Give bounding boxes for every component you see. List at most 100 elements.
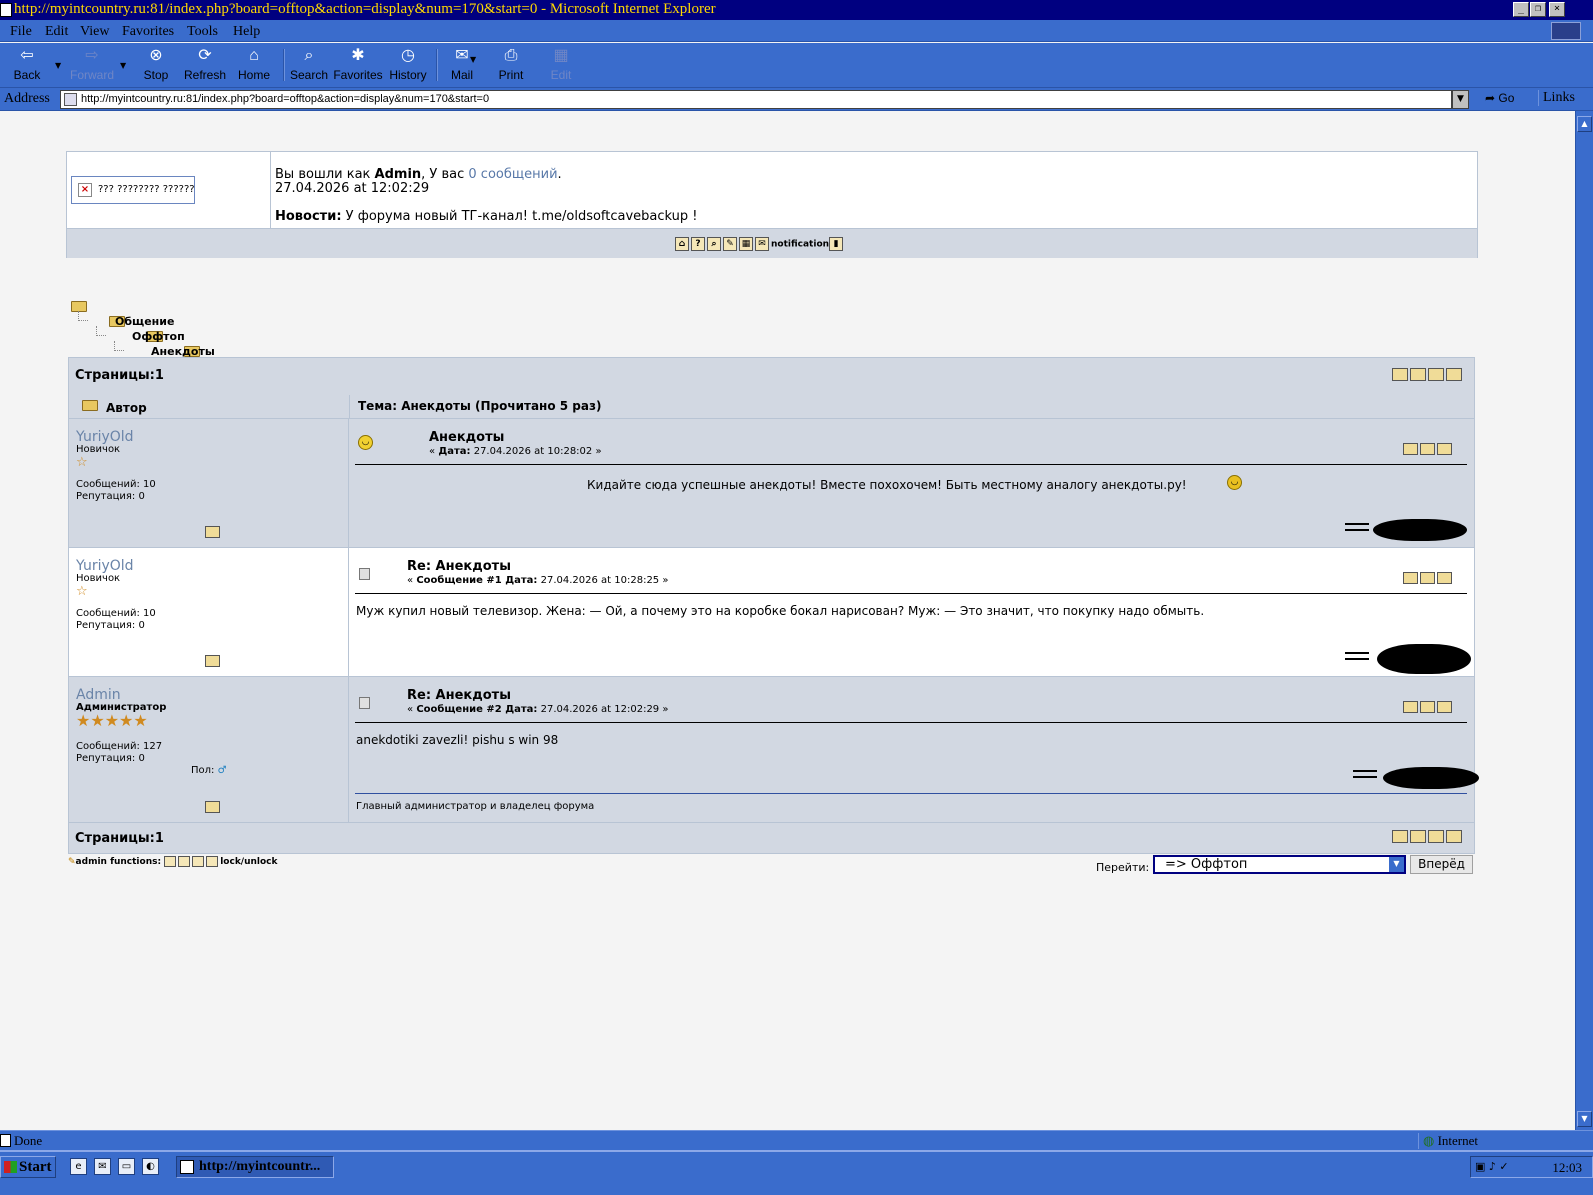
forward-button[interactable]: ⇨ Forward	[67, 45, 117, 85]
menu-tools[interactable]: Tools	[187, 24, 218, 40]
history-button[interactable]: ◷ History	[383, 45, 433, 85]
page-status-icon	[0, 1134, 11, 1147]
go-button[interactable]: ➦ Go	[1485, 91, 1514, 105]
goto-button[interactable]: Вперёд	[1410, 855, 1473, 874]
menu-help[interactable]: Help	[233, 24, 260, 40]
start-button[interactable]: Start	[0, 1156, 56, 1178]
modify-icon[interactable]	[1420, 701, 1435, 713]
lock-unlock-link[interactable]: lock/unlock	[220, 857, 277, 867]
print-icon[interactable]	[1446, 830, 1462, 843]
search-icon[interactable]: ⌕	[707, 237, 721, 251]
remove-topic-icon[interactable]	[178, 856, 191, 867]
help-icon[interactable]: ?	[691, 237, 705, 251]
tray-icons[interactable]: ▣ ♪ ✓	[1475, 1160, 1509, 1173]
outlook-quicklaunch-icon[interactable]: ✉	[94, 1158, 111, 1175]
send-topic-icon[interactable]	[1428, 830, 1444, 843]
chevron-down-icon[interactable]: ▼	[1389, 857, 1404, 872]
clock[interactable]: 12:03	[1552, 1160, 1582, 1176]
calendar-icon[interactable]: ▦	[739, 237, 753, 251]
breadcrumb-offtop[interactable]: Оффтоп	[132, 330, 185, 343]
reply-icon[interactable]	[1392, 830, 1408, 843]
goto-label: Перейти:	[1096, 861, 1150, 874]
goto-select[interactable]: => Оффтоп ▼	[1153, 855, 1406, 874]
menu-edit[interactable]: Edit	[45, 24, 68, 40]
delete-icon[interactable]	[1437, 443, 1452, 455]
send-pm-icon[interactable]	[205, 526, 220, 538]
refresh-button[interactable]: ⟳ Refresh	[180, 45, 230, 85]
page-link[interactable]: 1	[155, 368, 164, 383]
quote-icon[interactable]	[1403, 443, 1418, 455]
lock-icon[interactable]	[206, 856, 219, 867]
delete-icon[interactable]	[1437, 572, 1452, 584]
refresh-icon: ⟳	[198, 47, 212, 64]
taskbar-item-ie[interactable]: http://myintcountr...	[176, 1156, 334, 1178]
author-name[interactable]: YuriyOld	[76, 429, 134, 445]
back-dropdown-icon[interactable]: ▼	[55, 61, 61, 70]
desktop-quicklaunch-icon[interactable]: ▭	[118, 1158, 135, 1175]
system-tray: ▣ ♪ ✓ 12:03	[1470, 1156, 1593, 1178]
author-name[interactable]: YuriyOld	[76, 558, 134, 574]
menu-favorites[interactable]: Favorites	[122, 24, 174, 40]
globe-icon: ◍	[1423, 1133, 1435, 1148]
ie-quicklaunch-icon[interactable]: e	[70, 1158, 87, 1175]
messages-link[interactable]: 0 сообщений	[468, 167, 557, 182]
vertical-scrollbar[interactable]: ▲ ▼	[1575, 111, 1593, 1140]
breadcrumb-obshchenie[interactable]: Общение	[115, 315, 174, 328]
topic-actions	[1390, 368, 1462, 384]
favorites-button[interactable]: ✱ Favorites	[333, 45, 383, 85]
print-icon[interactable]	[1446, 368, 1462, 381]
home-icon[interactable]: ⌂	[675, 237, 689, 251]
modify-icon[interactable]	[1420, 572, 1435, 584]
address-dropdown-icon[interactable]: ▼	[1452, 90, 1469, 109]
search-icon: ⌕	[304, 47, 314, 64]
notification-link[interactable]: notification	[771, 240, 829, 250]
links-button[interactable]: Links	[1538, 90, 1575, 106]
reply-icon[interactable]	[1392, 368, 1408, 381]
mail-button[interactable]: ✉ Mail	[437, 45, 487, 85]
channels-quicklaunch-icon[interactable]: ◐	[142, 1158, 159, 1175]
scroll-down-icon[interactable]: ▼	[1577, 1111, 1592, 1127]
send-pm-icon[interactable]	[205, 655, 220, 667]
post-divider	[355, 722, 1467, 723]
toolbar: ⇦ Back ▼ ⇨ Forward ▼ ⊗ Stop ⟳ Refresh ⌂ Home …	[0, 43, 1593, 88]
merge-topic-icon[interactable]	[192, 856, 205, 867]
notify-icon[interactable]	[1410, 368, 1426, 381]
notify-icon[interactable]	[1410, 830, 1426, 843]
profile-icon[interactable]: ✉	[755, 237, 769, 251]
move-topic-icon[interactable]	[164, 856, 177, 867]
stop-button[interactable]: ⊗ Stop	[131, 45, 181, 85]
edit-button[interactable]: ▦ Edit	[536, 45, 586, 85]
restore-button[interactable]: ❐	[1530, 2, 1546, 17]
send-pm-icon[interactable]	[205, 801, 220, 813]
post-author: YuriyOld Новичок ☆ Сообщений: 10 Репутац…	[69, 548, 349, 676]
home-button[interactable]: ⌂ Home	[229, 45, 279, 85]
delete-icon[interactable]	[1437, 701, 1452, 713]
scroll-up-icon[interactable]: ▲	[1577, 116, 1592, 132]
post-subject[interactable]: Re: Анекдоты	[407, 559, 511, 574]
send-topic-icon[interactable]	[1428, 368, 1444, 381]
menu-view[interactable]: View	[80, 24, 109, 40]
minimize-button[interactable]: _	[1513, 2, 1529, 17]
forum-header: × ??? ???????? ?????? Вы вошли как Admin…	[66, 151, 1478, 258]
print-button[interactable]: ⎙ Print	[486, 45, 536, 85]
close-button[interactable]: ×	[1549, 2, 1565, 17]
forward-dropdown-icon[interactable]: ▼	[120, 61, 126, 70]
logout-icon[interactable]: ▮	[829, 237, 844, 251]
mail-dropdown-icon[interactable]: ▼	[470, 55, 476, 64]
title-bar[interactable]: http://myintcountry.ru:81/index.php?boar…	[0, 0, 1593, 20]
modify-icon[interactable]	[1420, 443, 1435, 455]
post-subject[interactable]: Re: Анекдоты	[407, 688, 511, 703]
author-name[interactable]: Admin	[76, 687, 121, 703]
back-button[interactable]: ⇦ Back	[2, 45, 52, 85]
post-subject[interactable]: Анекдоты	[429, 430, 504, 445]
address-url: http://myintcountry.ru:81/index.php?boar…	[81, 93, 490, 105]
admin-icon[interactable]: ✎	[723, 237, 737, 251]
post-divider	[355, 464, 1467, 465]
quote-icon[interactable]	[1403, 701, 1418, 713]
search-button[interactable]: ⌕ Search	[284, 45, 334, 85]
page-link[interactable]: 1	[155, 831, 164, 846]
address-input[interactable]: http://myintcountry.ru:81/index.php?boar…	[60, 90, 1452, 109]
quote-icon[interactable]	[1403, 572, 1418, 584]
post-meta: « Дата: 27.04.2026 at 10:28:02 »	[429, 446, 602, 457]
menu-file[interactable]: File	[10, 24, 32, 40]
